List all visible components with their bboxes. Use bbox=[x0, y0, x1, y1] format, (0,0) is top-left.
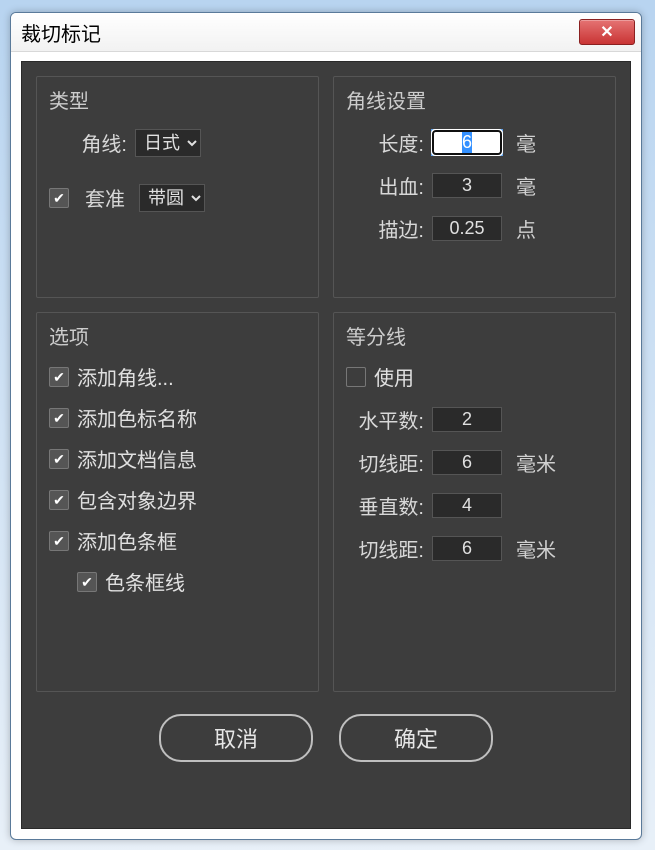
bleed-input[interactable] bbox=[432, 173, 502, 198]
window-title: 裁切标记 bbox=[21, 18, 101, 47]
option-label: 添加色条框 bbox=[77, 526, 177, 555]
vcut-unit: 毫米 bbox=[516, 534, 556, 563]
hcount-label: 水平数: bbox=[346, 405, 424, 434]
ok-button[interactable]: 确定 bbox=[339, 714, 493, 762]
ok-button-label: 确定 bbox=[394, 722, 438, 754]
divisions-use-label: 使用 bbox=[374, 362, 414, 391]
length-label: 长度: bbox=[346, 128, 424, 157]
option-row: ✔ 色条框线 bbox=[49, 567, 306, 596]
option-row: ✔ 添加色标名称 bbox=[49, 403, 306, 432]
stroke-unit: 点 bbox=[516, 214, 536, 243]
cancel-button[interactable]: 取消 bbox=[159, 714, 313, 762]
option-label: 添加角线... bbox=[77, 362, 174, 391]
registration-style-select[interactable]: 带圆 bbox=[139, 184, 205, 212]
option-checkbox[interactable]: ✔ bbox=[49, 408, 69, 428]
cancel-button-label: 取消 bbox=[214, 722, 258, 754]
hcut-input bbox=[432, 450, 502, 475]
option-checkbox[interactable]: ✔ bbox=[49, 531, 69, 551]
hcut-unit: 毫米 bbox=[516, 448, 556, 477]
stroke-input[interactable] bbox=[432, 216, 502, 241]
bleed-label: 出血: bbox=[346, 171, 424, 200]
panel-type-heading: 类型 bbox=[49, 85, 306, 114]
length-input[interactable] bbox=[432, 130, 502, 155]
registration-label: 套准 bbox=[85, 183, 125, 212]
option-checkbox[interactable]: ✔ bbox=[49, 449, 69, 469]
registration-checkbox[interactable]: ✔ bbox=[49, 188, 69, 208]
hcount-input bbox=[432, 407, 502, 432]
option-label: 包含对象边界 bbox=[77, 485, 197, 514]
option-row: ✔ 添加角线... bbox=[49, 362, 306, 391]
option-label: 色条框线 bbox=[105, 567, 185, 596]
length-unit: 毫 bbox=[516, 128, 536, 157]
option-row: ✔ 添加色条框 bbox=[49, 526, 306, 555]
panel-options-heading: 选项 bbox=[49, 321, 306, 350]
vcount-input bbox=[432, 493, 502, 518]
option-label: 添加文档信息 bbox=[77, 444, 197, 473]
dialog-content: 类型 角线: 日式 ✔ 套准 带圆 角线设置 bbox=[21, 61, 631, 829]
corner-style-label: 角线: bbox=[49, 128, 127, 157]
stroke-label: 描边: bbox=[346, 214, 424, 243]
titlebar: 裁切标记 ✕ bbox=[11, 13, 641, 52]
divisions-use-checkbox[interactable] bbox=[346, 367, 366, 387]
option-checkbox[interactable]: ✔ bbox=[49, 367, 69, 387]
option-checkbox[interactable]: ✔ bbox=[49, 490, 69, 510]
dialog-window: 裁切标记 ✕ 类型 角线: 日式 ✔ 套准 带圆 bbox=[10, 12, 642, 840]
vcut-label: 切线距: bbox=[346, 534, 424, 563]
panel-type: 类型 角线: 日式 ✔ 套准 带圆 bbox=[36, 76, 319, 298]
hcut-label: 切线距: bbox=[346, 448, 424, 477]
vcount-label: 垂直数: bbox=[346, 491, 424, 520]
panel-corner-settings: 角线设置 长度: 毫 出血: 毫 描边: 点 bbox=[333, 76, 616, 298]
option-row: ✔ 添加文档信息 bbox=[49, 444, 306, 473]
bleed-unit: 毫 bbox=[516, 171, 536, 200]
vcut-input bbox=[432, 536, 502, 561]
panel-divisions-heading: 等分线 bbox=[346, 321, 603, 350]
option-checkbox[interactable]: ✔ bbox=[77, 572, 97, 592]
option-row: ✔ 包含对象边界 bbox=[49, 485, 306, 514]
panel-options: 选项 ✔ 添加角线... ✔ 添加色标名称 ✔ 添加文档信息 ✔ 包含对象边界 ✔ 添加色条框 ✔ 色… bbox=[36, 312, 319, 692]
panel-corner-heading: 角线设置 bbox=[346, 85, 603, 114]
corner-style-select[interactable]: 日式 bbox=[135, 129, 201, 157]
close-button[interactable]: ✕ bbox=[579, 19, 635, 45]
panel-divisions: 等分线 使用 水平数: 切线距: 毫米 垂直数: bbox=[333, 312, 616, 692]
close-icon: ✕ bbox=[600, 22, 613, 42]
option-label: 添加色标名称 bbox=[77, 403, 197, 432]
